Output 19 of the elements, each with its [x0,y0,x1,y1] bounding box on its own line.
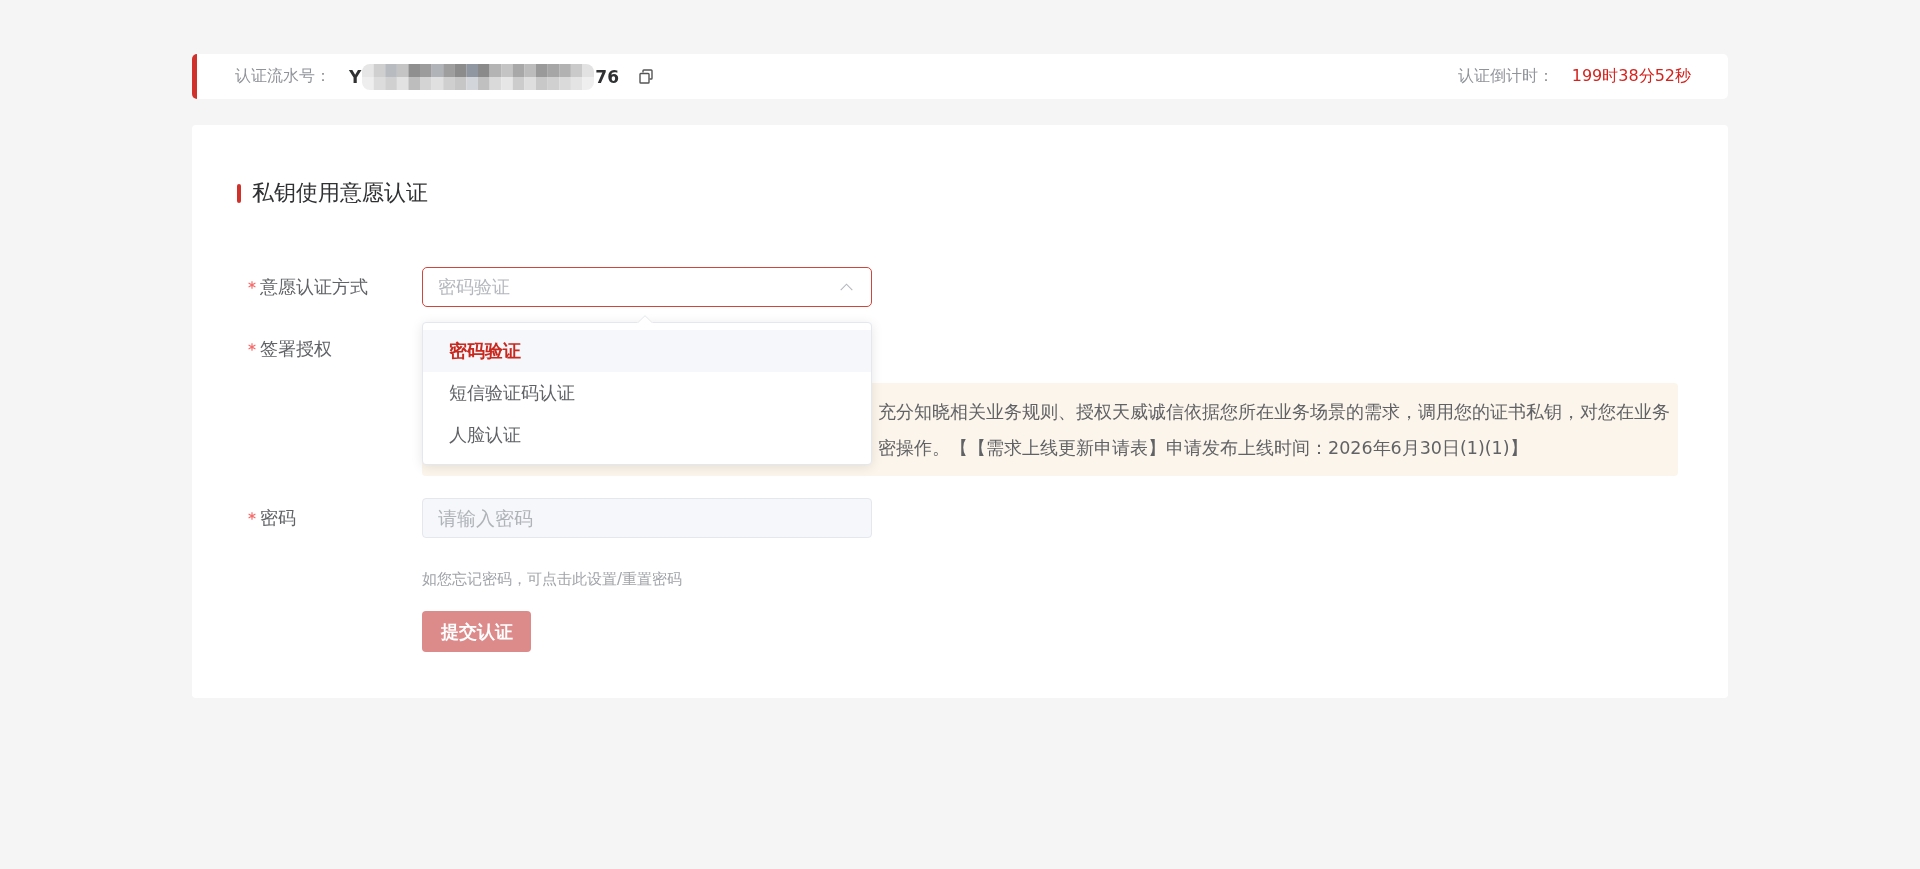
copy-icon[interactable] [639,69,653,84]
field-label: 意愿认证方式 [260,276,368,299]
countdown-label: 认证倒计时： [1457,66,1554,87]
dropdown-option[interactable]: 短信验证码认证 [423,372,871,414]
field-label: 签署授权 [260,338,332,361]
notice-text: 密操作。【【需求上线更新申请表】申请发布上线时间：2026年6月30日(1)(1)】 [878,437,1529,460]
dropdown-option[interactable]: 人脸认证 [423,414,871,456]
serial-number-text: 76 [595,66,619,87]
countdown-value: 199时38分52秒 [1571,66,1691,87]
section-title: 私钥使用意愿认证 [252,181,428,205]
dropdown-option[interactable]: 密码验证 [423,330,871,372]
hint-text: 如您忘记密码，可点击此设置/重置密码 [422,569,684,589]
serial-label: 认证流水号： [235,66,331,87]
field-label: 密码 [260,507,296,530]
password-field[interactable]: 请输入密码 [422,498,872,538]
notice-text: 充分知晓相关业务规则、授权天威诚信依据您所在业务场景的需求，调用您的证书私钥，对您在业务 [878,401,1670,424]
serial-number-text: Y [349,66,362,87]
caret-icon [840,283,853,291]
title-accent-icon [237,183,241,203]
